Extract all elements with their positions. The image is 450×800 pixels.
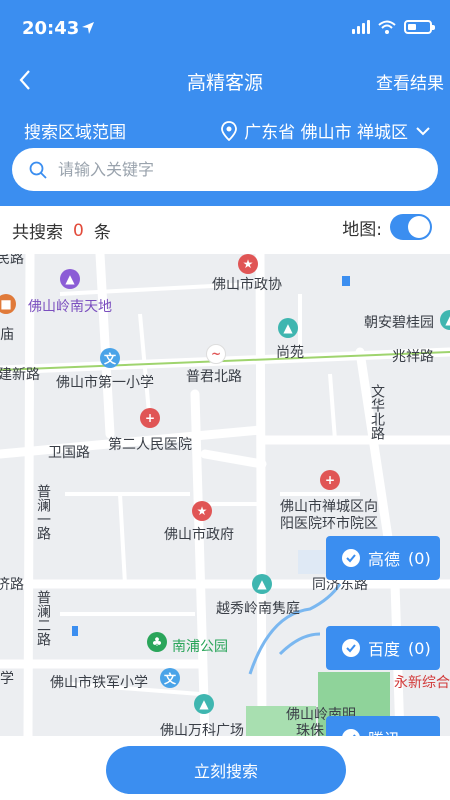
result-summary-row: 共搜索 0 条 地图: (0, 206, 450, 254)
search-area-row: 搜索区域范围 广东省 佛山市 禅城区 (0, 110, 450, 150)
map-label: 佛山市政府 (164, 527, 234, 543)
header: 20:43 高精客源 查看结果 搜索区域范围 广东省 佛山市 禅城区 (0, 0, 450, 206)
source-count: (0) (408, 638, 431, 658)
search-now-button[interactable]: 立刻搜索 (106, 746, 346, 794)
hospital-poi-icon-2[interactable]: + (320, 470, 340, 490)
map-label: 庙 (0, 327, 14, 343)
mall-poi-icon[interactable]: ▲ (194, 694, 214, 714)
residential-poi-icon[interactable]: ▲ (278, 318, 298, 338)
search-area-label: 搜索区域范围 (24, 123, 126, 143)
map-label: 佛山市第一小学 (56, 375, 154, 391)
area-selector[interactable]: 广东省 佛山市 禅城区 (220, 118, 432, 143)
map-label: 南浦公园 (172, 639, 228, 655)
map-label: 文华北路 (369, 384, 385, 440)
wifi-icon (378, 20, 396, 34)
map-toggle-label: 地图: (342, 219, 382, 240)
hospital-poi-icon[interactable]: + (140, 408, 160, 428)
search-icon (29, 161, 47, 179)
check-icon (342, 549, 360, 567)
source-baidu-button[interactable]: 百度 (0) (326, 626, 440, 670)
view-results-button[interactable]: 查看结果 (376, 69, 444, 94)
chevron-down-icon (416, 126, 430, 135)
battery-icon (404, 20, 435, 34)
source-name: 高德 (368, 550, 401, 569)
map-label: 佛山岭南天地 (28, 299, 112, 315)
check-icon (342, 639, 360, 657)
map-label: 永新综合 (394, 675, 450, 691)
map-label: 朝安碧桂园 (364, 315, 434, 331)
landmark-poi-icon[interactable]: ▲ (60, 269, 80, 289)
map-label: 普君北路 (186, 369, 242, 385)
map-view[interactable]: ▲ ■ ★ ▲ 文 ~ + + ★ ▲ ♣ 文 ▲ ▲ 民路 佛山岭南天地 庙 … (0, 254, 450, 736)
result-count-prefix: 共搜索 (12, 223, 63, 243)
area-value: 广东省 佛山市 禅城区 (244, 123, 408, 143)
source-count: (0) (408, 548, 431, 568)
map-label: 济路 (0, 577, 24, 593)
map-label: 越秀岭南隽庭 (216, 601, 300, 617)
map-label: 第二人民医院 (108, 437, 192, 453)
residential-poi-icon-2[interactable]: ▲ (252, 574, 272, 594)
government-poi-icon-2[interactable]: ★ (192, 501, 212, 521)
map-label: 阳医院环市院区 (280, 516, 378, 532)
map-label: 珠侏 (296, 723, 324, 736)
map-toggle-group: 地图: (342, 214, 432, 240)
result-count-suffix: 条 (93, 223, 111, 243)
map-label: 佛山万科广场 (160, 723, 244, 736)
status-icons (352, 20, 435, 34)
map-label: 普澜二路 (35, 590, 51, 646)
search-bar[interactable] (12, 148, 438, 191)
source-gaode-button[interactable]: 高德 (0) (326, 536, 440, 580)
source-name: 腾讯 (368, 726, 400, 736)
map-label: 民路 (0, 254, 24, 267)
status-bar: 20:43 (0, 0, 450, 56)
map-label: 佛山市政协 (212, 277, 282, 293)
school-poi-icon[interactable]: 文 (100, 348, 120, 368)
result-count-value: 0 (73, 220, 84, 241)
map-label: 兆祥路 (392, 349, 434, 365)
school-poi-icon-2[interactable]: 文 (160, 668, 180, 688)
map-label: 普澜一路 (35, 484, 51, 540)
check-icon (342, 729, 360, 736)
status-time: 20:43 (22, 18, 80, 39)
map-toggle-switch[interactable] (390, 214, 432, 240)
location-pin-icon (221, 120, 238, 141)
brand-poi-icon[interactable]: ~ (206, 344, 226, 364)
map-label: 学 (0, 671, 14, 687)
source-name: 百度 (368, 640, 401, 659)
bottom-bar: 立刻搜索 (0, 736, 450, 800)
map-label: 建新路 (0, 367, 40, 383)
cellular-signal-icon (352, 20, 370, 34)
source-tencent-button[interactable]: 腾讯 (326, 716, 440, 736)
nav-bar: 高精客源 查看结果 (0, 56, 450, 104)
location-arrow-icon (82, 22, 94, 34)
map-label: 佛山市铁军小学 (50, 675, 148, 691)
government-poi-icon[interactable]: ★ (238, 254, 258, 274)
search-input[interactable] (58, 160, 398, 179)
map-label: 尚苑 (276, 345, 304, 361)
map-label: 卫国路 (48, 445, 90, 461)
park-poi-icon[interactable]: ♣ (147, 632, 167, 652)
result-count: 共搜索 0 条 (12, 218, 111, 244)
